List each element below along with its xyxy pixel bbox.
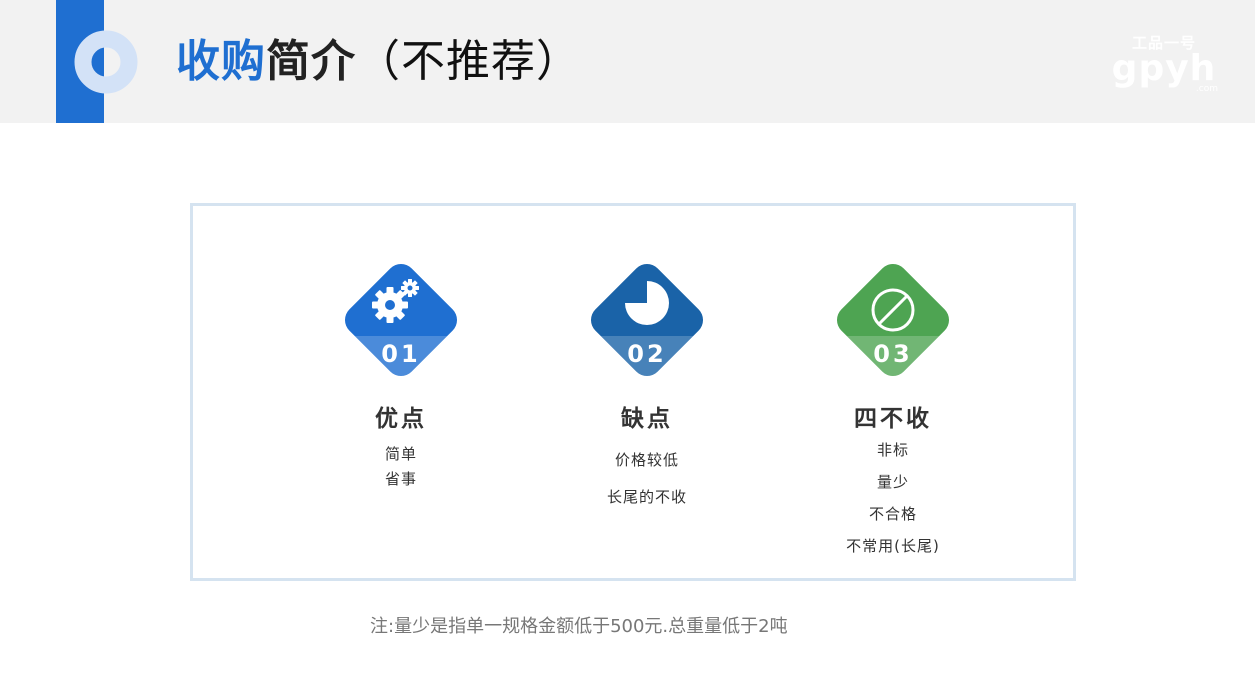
summary-card: 01 优点 简单 省事 02 缺点 价格较低 长尾的不收 03 四不收 非标 量…: [190, 203, 1076, 581]
feature-cons: 02 缺点 价格较低 长尾的不收: [537, 258, 757, 516]
title-main: 简介: [266, 36, 356, 87]
ring-icon: [74, 30, 138, 94]
list-item: 价格较低: [614, 451, 679, 469]
logo-suffix: .com: [1195, 84, 1218, 94]
list-item: 简单: [384, 445, 417, 463]
brand-logo: 工品一号 gpyh .com: [1108, 34, 1220, 94]
feature-items: 简单 省事: [291, 442, 511, 492]
feature-items: 价格较低 长尾的不收: [537, 442, 757, 516]
list-item: 非标: [876, 441, 909, 459]
list-item: 省事: [384, 470, 417, 488]
feature-title: 缺点: [621, 406, 673, 432]
badge-02: 02: [585, 258, 709, 382]
feature-title: 四不收: [854, 406, 932, 432]
title-subtitle: （不推荐）: [356, 36, 581, 87]
header-banner: 收购简介（不推荐） 工品一号 gpyh .com: [0, 0, 1255, 123]
footnote: 注:量少是指单一规格金额低于500元.总重量低于2吨: [370, 616, 788, 637]
title-highlight: 收购: [176, 36, 266, 87]
badge-number: 01: [381, 340, 420, 368]
badge-01: 01: [339, 258, 463, 382]
feature-items: 非标 量少 不合格 不常用(长尾): [783, 434, 1003, 562]
feature-four-rejects: 03 四不收 非标 量少 不合格 不常用(长尾): [783, 258, 1003, 562]
list-item: 量少: [876, 473, 909, 491]
badge-03: 03: [831, 258, 955, 382]
badge-number: 03: [873, 340, 912, 368]
badge-number: 02: [627, 340, 666, 368]
feature-title: 优点: [375, 406, 427, 432]
logo-en: gpyh: [1111, 48, 1217, 89]
list-item: 不常用(长尾): [846, 537, 940, 555]
page-title: 收购简介（不推荐）: [176, 32, 581, 92]
list-item: 长尾的不收: [606, 488, 687, 506]
feature-pros: 01 优点 简单 省事: [291, 258, 511, 492]
list-item: 不合格: [868, 505, 917, 523]
